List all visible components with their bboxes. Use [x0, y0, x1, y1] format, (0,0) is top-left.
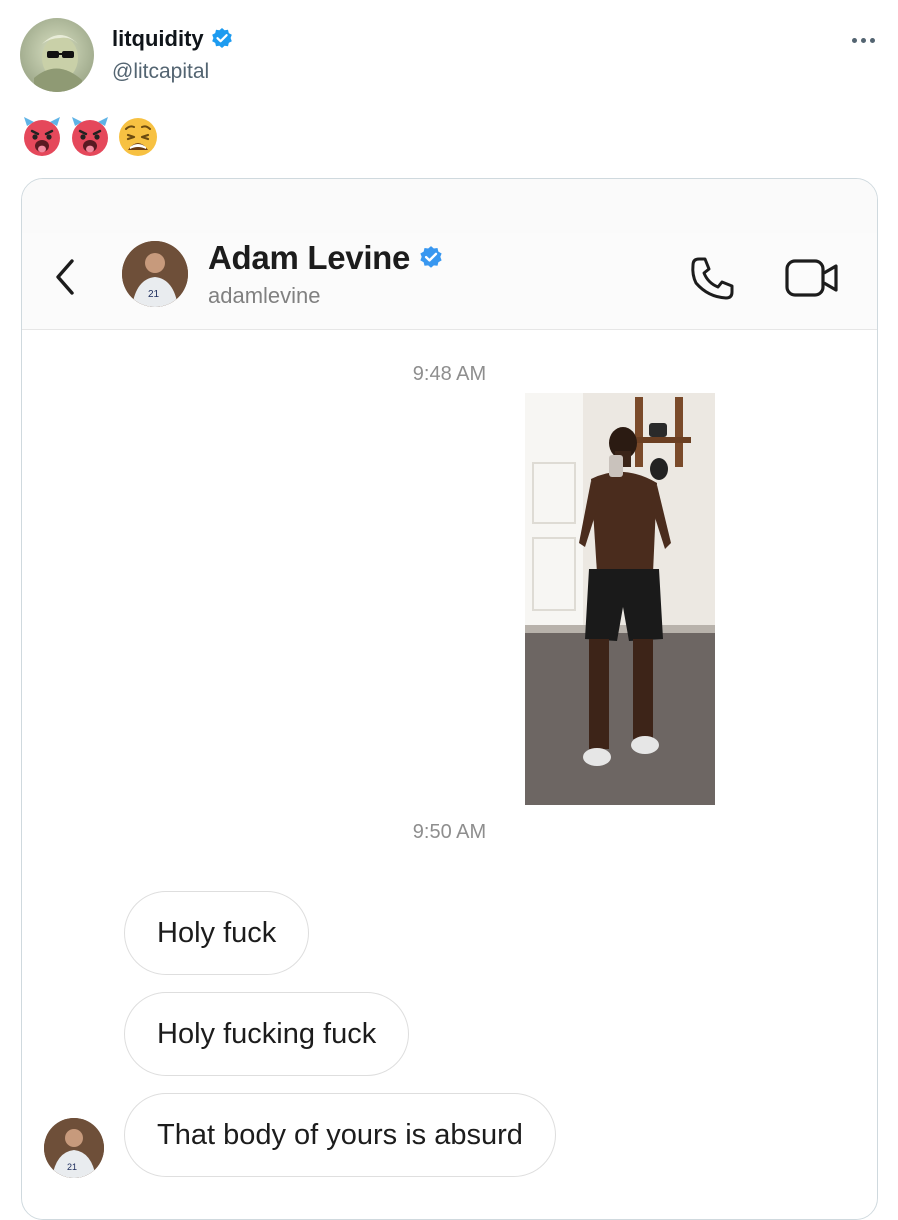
contact-username: adamlevine — [208, 283, 321, 308]
video-call-icon[interactable] — [784, 255, 840, 301]
shared-photo[interactable] — [525, 393, 715, 805]
dm-header: 21 Adam Levine adamlevine — [22, 233, 877, 330]
verified-badge-icon — [211, 28, 232, 48]
svg-text:21: 21 — [148, 289, 160, 300]
author-name[interactable]: litquidity — [112, 26, 204, 52]
more-options-icon[interactable] — [846, 30, 880, 50]
crop-fade — [22, 1175, 877, 1219]
contact-avatar[interactable]: 21 — [122, 241, 188, 307]
message-timestamp: 9:50 AM — [412, 821, 487, 843]
message-bubble[interactable]: That body of yours is absurd — [124, 1093, 556, 1177]
hot-face-devil-icon — [24, 117, 60, 156]
message-text: Holy fuck — [157, 916, 277, 949]
message-bubble[interactable]: Holy fuck — [124, 891, 310, 975]
sender-avatar[interactable]: 21 — [44, 1118, 104, 1178]
svg-text:21: 21 — [67, 1162, 77, 1172]
tweet-header: litquidity @litcapital — [0, 0, 898, 110]
verified-badge-icon — [420, 246, 442, 268]
tweet-text-emojis — [20, 114, 160, 158]
author-handle[interactable]: @litcapital — [112, 60, 209, 84]
message-timestamp: 9:48 AM — [412, 363, 487, 385]
author-avatar[interactable] — [20, 18, 94, 92]
status-bar-area — [22, 179, 877, 233]
hot-face-devil-icon — [72, 117, 108, 156]
contact-name[interactable]: Adam Levine — [208, 239, 410, 277]
message-text: Holy fucking fuck — [157, 1017, 377, 1050]
phone-call-icon[interactable] — [686, 253, 738, 305]
back-chevron-icon[interactable] — [48, 253, 82, 301]
message-bubble[interactable]: Holy fucking fuck — [124, 992, 410, 1076]
message-text: That body of yours is absurd — [157, 1118, 523, 1151]
attached-screenshot[interactable]: 21 Adam Levine adamlevine 9:48 AM 9:50 A… — [21, 178, 878, 1220]
weary-face-icon — [119, 118, 157, 156]
